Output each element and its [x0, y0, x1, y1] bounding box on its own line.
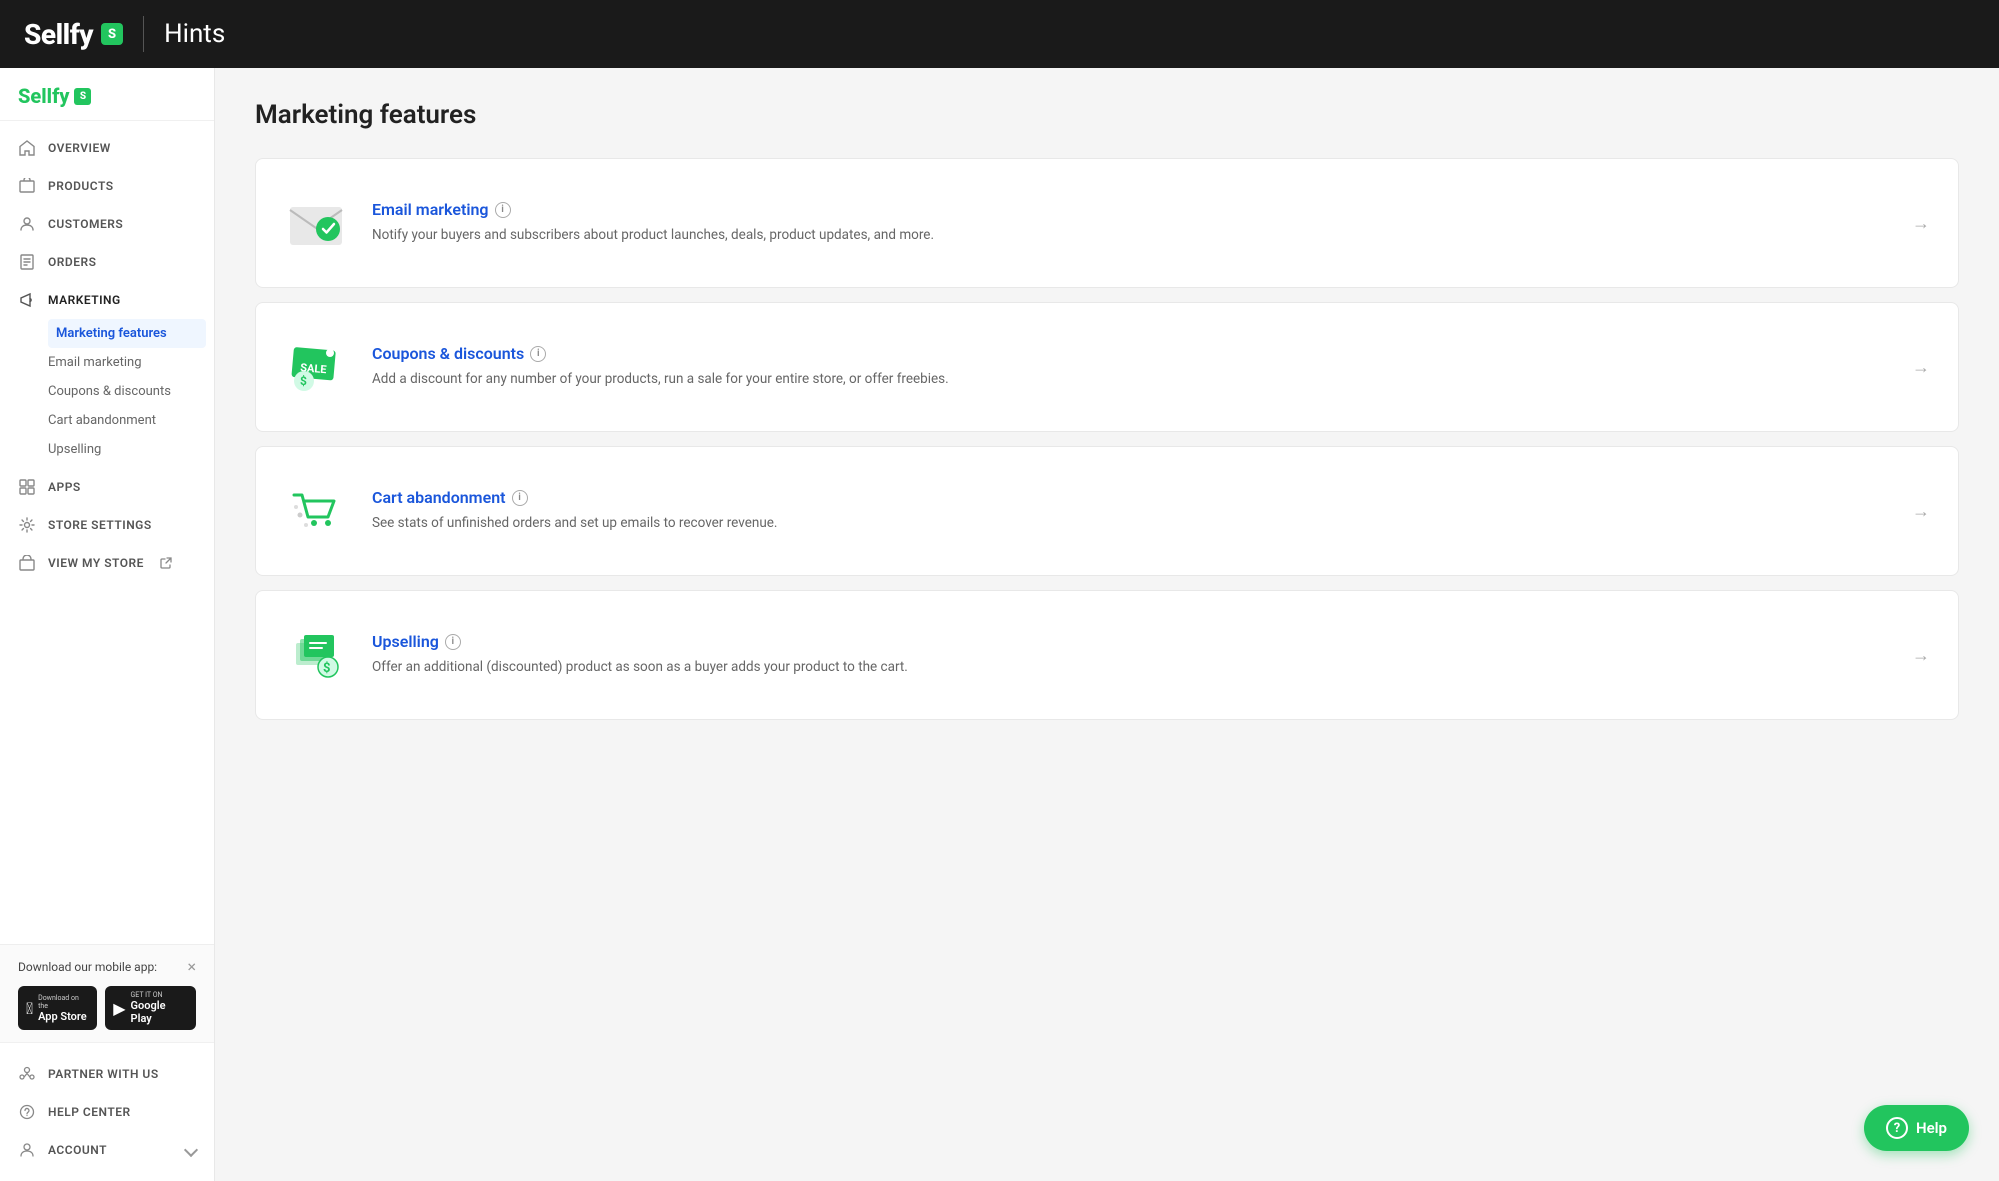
- top-bar-logo-badge: S: [101, 23, 123, 45]
- sidebar-item-store-settings-label: STORE SETTINGS: [48, 518, 152, 532]
- external-link-icon: [160, 557, 172, 569]
- sidebar-item-account[interactable]: ACCOUNT: [0, 1131, 214, 1169]
- upselling-desc: Offer an additional (discounted) product…: [372, 657, 1892, 677]
- upselling-arrow: →: [1912, 645, 1930, 666]
- sidebar-logo-text: Sellfy: [18, 84, 69, 108]
- page-title: Marketing features: [255, 100, 1959, 130]
- subnav-cart-abandonment[interactable]: Cart abandonment: [48, 406, 214, 435]
- email-marketing-info-icon[interactable]: i: [495, 202, 511, 218]
- settings-icon: [18, 516, 36, 534]
- svg-text:$: $: [323, 661, 330, 676]
- sidebar-item-apps[interactable]: APPS: [0, 468, 214, 506]
- google-play-badge[interactable]: ▶ GET IT ON Google Play: [105, 986, 196, 1030]
- email-marketing-title: Email marketing i: [372, 200, 1892, 219]
- sidebar-item-products-label: PRODUCTS: [48, 179, 114, 193]
- account-icon: [18, 1141, 36, 1159]
- app-download-close-button[interactable]: ×: [187, 957, 196, 976]
- sidebar-item-apps-label: APPS: [48, 480, 81, 494]
- sidebar-item-overview[interactable]: OVERVIEW: [0, 129, 214, 167]
- cart-abandonment-card[interactable]: Cart abandonment i See stats of unfinish…: [255, 446, 1959, 576]
- subnav-email-marketing[interactable]: Email marketing: [48, 348, 214, 377]
- cart-abandonment-desc: See stats of unfinished orders and set u…: [372, 513, 1892, 533]
- sidebar-item-marketing-label: MARKETING: [48, 293, 121, 307]
- sidebar-logo-area: Sellfy S: [0, 68, 214, 121]
- top-bar-logo: Sellfy S: [24, 18, 123, 51]
- subnav-upselling[interactable]: Upselling: [48, 435, 214, 464]
- account-expand-icon: [184, 1143, 198, 1157]
- top-bar-title: Hints: [164, 19, 225, 49]
- app-download-section: Download our mobile app: ×  Download on…: [0, 944, 214, 1042]
- sidebar-item-view-my-store[interactable]: VIEW MY STORE: [0, 544, 214, 582]
- sidebar-item-customers-label: CUSTOMERS: [48, 217, 123, 231]
- coupons-discounts-desc: Add a discount for any number of your pr…: [372, 369, 1892, 389]
- sidebar-logo: Sellfy S: [18, 84, 196, 108]
- upselling-content: Upselling i Offer an additional (discoun…: [372, 632, 1892, 677]
- sidebar-item-view-my-store-label: VIEW MY STORE: [48, 556, 144, 570]
- upselling-icon: $: [280, 619, 352, 691]
- sidebar-item-overview-label: OVERVIEW: [48, 141, 111, 155]
- app-download-title: Download our mobile app: ×: [18, 957, 196, 976]
- home-icon: [18, 139, 36, 157]
- email-marketing-card[interactable]: Email marketing i Notify your buyers and…: [255, 158, 1959, 288]
- email-marketing-arrow: →: [1912, 213, 1930, 234]
- help-center-icon: [18, 1103, 36, 1121]
- store-icon: [18, 554, 36, 572]
- cart-abandonment-arrow: →: [1912, 501, 1930, 522]
- svg-text:$: $: [300, 374, 307, 388]
- subnav-coupons-discounts[interactable]: Coupons & discounts: [48, 377, 214, 406]
- sidebar-item-store-settings[interactable]: STORE SETTINGS: [0, 506, 214, 544]
- sidebar-item-help-center-label: HELP CENTER: [48, 1105, 131, 1119]
- marketing-icon: [18, 291, 36, 309]
- sidebar-item-products[interactable]: PRODUCTS: [0, 167, 214, 205]
- email-marketing-content: Email marketing i Notify your buyers and…: [372, 200, 1892, 245]
- upselling-card[interactable]: $ Upselling i Offer an additional (disco…: [255, 590, 1959, 720]
- top-bar: Sellfy S Hints: [0, 0, 1999, 68]
- top-bar-divider: [143, 16, 144, 52]
- google-play-icon: ▶: [113, 999, 125, 1018]
- customers-icon: [18, 215, 36, 233]
- sidebar-item-partner[interactable]: PARTNER WITH US: [0, 1055, 214, 1093]
- coupons-discounts-content: Coupons & discounts i Add a discount for…: [372, 344, 1892, 389]
- cart-abandonment-title: Cart abandonment i: [372, 488, 1892, 507]
- top-bar-logo-text: Sellfy: [24, 18, 93, 51]
- sidebar-nav: OVERVIEW PRODUCTS CUSTOMERS: [0, 121, 214, 944]
- app-badges:  Download on the App Store ▶ GET IT ON …: [18, 986, 196, 1030]
- apps-icon: [18, 478, 36, 496]
- sidebar-item-account-label: ACCOUNT: [48, 1143, 107, 1157]
- sidebar-logo-badge: S: [74, 88, 91, 105]
- sidebar-item-marketing[interactable]: MARKETING: [0, 281, 214, 319]
- help-button[interactable]: ? Help: [1864, 1105, 1969, 1151]
- sidebar-item-orders[interactable]: ORDERS: [0, 243, 214, 281]
- sidebar-item-orders-label: ORDERS: [48, 255, 96, 269]
- orders-icon: [18, 253, 36, 271]
- partner-icon: [18, 1065, 36, 1083]
- help-question-icon: ?: [1886, 1117, 1908, 1139]
- email-marketing-desc: Notify your buyers and subscribers about…: [372, 225, 1892, 245]
- sidebar-item-partner-label: PARTNER WITH US: [48, 1067, 159, 1081]
- cart-abandonment-content: Cart abandonment i See stats of unfinish…: [372, 488, 1892, 533]
- sidebar-item-help-center[interactable]: HELP CENTER: [0, 1093, 214, 1131]
- cart-abandonment-info-icon[interactable]: i: [512, 490, 528, 506]
- upselling-info-icon[interactable]: i: [445, 634, 461, 650]
- email-marketing-icon: [280, 187, 352, 259]
- sidebar: Sellfy S OVERVIEW PRODUCTS: [0, 68, 215, 1181]
- content-area: Marketing features Email marketing i N: [215, 68, 1999, 1181]
- upselling-title: Upselling i: [372, 632, 1892, 651]
- products-icon: [18, 177, 36, 195]
- coupons-discounts-title: Coupons & discounts i: [372, 344, 1892, 363]
- app-store-badge[interactable]:  Download on the App Store: [18, 986, 97, 1030]
- marketing-subnav: Marketing features Email marketing Coupo…: [0, 319, 214, 468]
- coupons-info-icon[interactable]: i: [530, 346, 546, 362]
- sidebar-item-customers[interactable]: CUSTOMERS: [0, 205, 214, 243]
- sidebar-bottom-nav: PARTNER WITH US HELP CENTER ACCOUNT: [0, 1042, 214, 1181]
- apple-icon: : [26, 999, 33, 1018]
- cart-abandonment-icon: [280, 475, 352, 547]
- coupons-discounts-arrow: →: [1912, 357, 1930, 378]
- coupons-discounts-icon: SALE $: [280, 331, 352, 403]
- main-layout: Sellfy S OVERVIEW PRODUCTS: [0, 68, 1999, 1181]
- help-button-label: Help: [1916, 1119, 1947, 1137]
- coupons-discounts-card[interactable]: SALE $ Coupons & discounts i Add a disco…: [255, 302, 1959, 432]
- subnav-marketing-features[interactable]: Marketing features: [48, 319, 206, 348]
